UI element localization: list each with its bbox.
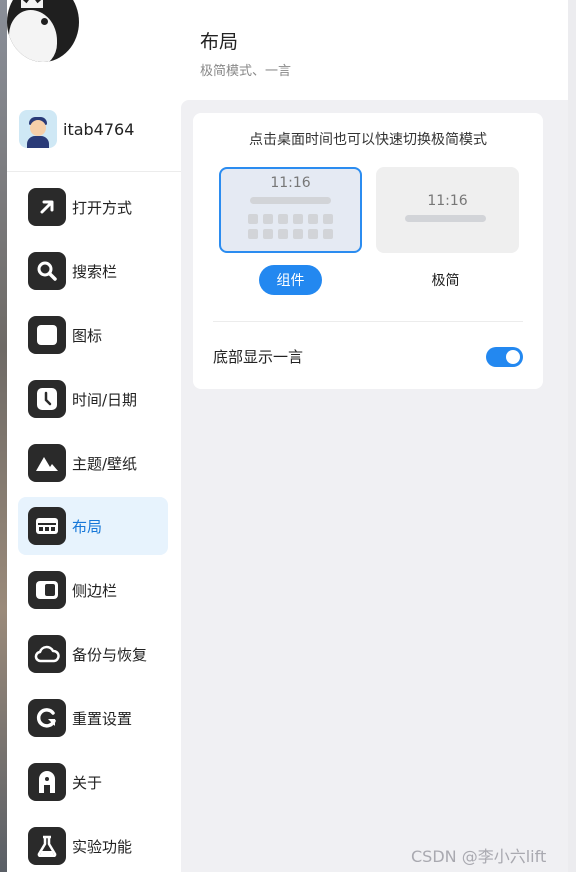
preview-time: 11:16 (427, 193, 468, 209)
avatar[interactable] (19, 110, 57, 148)
clock-icon (28, 380, 66, 418)
mode-hint: 点击桌面时间也可以快速切换极简模式 (249, 132, 487, 148)
sidebar-item-label: 搜索栏 (72, 262, 118, 281)
sidebar-item-experimental[interactable]: 实验功能 (18, 817, 168, 875)
sidebar-item-layout[interactable]: 布局 (18, 497, 168, 555)
sidebar-item-label: 关于 (72, 773, 103, 792)
flask-icon (28, 827, 66, 865)
sidebar-item-open-mode[interactable]: 打开方式 (18, 178, 168, 236)
square-icon (28, 316, 66, 354)
username: itab4764 (63, 119, 135, 139)
sidebar-icon (28, 571, 66, 609)
card-divider (213, 321, 523, 322)
sidebar-item-label: 备份与恢复 (72, 645, 148, 664)
layout-card: 点击桌面时间也可以快速切换极简模式 11:16 11:16 组件 极简 底部显示… (193, 113, 543, 389)
widget-mode-button[interactable]: 组件 (259, 265, 322, 295)
sidebar-item-icons[interactable]: 图标 (18, 306, 168, 364)
page-title: 布局 (200, 31, 239, 53)
reset-icon (28, 699, 66, 737)
sidebar-item-label: 布局 (72, 517, 103, 536)
sidebar-item-time-date[interactable]: 时间/日期 (18, 370, 168, 428)
sidebar-item-backup-restore[interactable]: 备份与恢复 (18, 625, 168, 683)
layout-icon (28, 507, 66, 545)
hitokoto-setting-label: 底部显示一言 (213, 348, 304, 366)
sidebar-item-sidebar[interactable]: 侧边栏 (18, 561, 168, 619)
sidebar-item-reset-settings[interactable]: 重置设置 (18, 689, 168, 747)
sidebar-divider (7, 171, 181, 172)
about-icon (28, 763, 66, 801)
hitokoto-toggle[interactable] (486, 347, 523, 367)
sidebar-item-label: 图标 (72, 326, 103, 345)
sidebar-item-search-bar[interactable]: 搜索栏 (18, 242, 168, 300)
sidebar-item-theme-wallpaper[interactable]: 主题/壁纸 (18, 434, 168, 492)
sidebar-item-label: 打开方式 (72, 198, 133, 217)
widget-mode-preview[interactable]: 11:16 (219, 167, 362, 253)
bird-icon (9, 10, 57, 62)
sidebar-item-label: 主题/壁纸 (72, 454, 138, 473)
sidebar-item-label: 重置设置 (72, 709, 133, 728)
preview-icon-grid (248, 214, 333, 239)
user-profile[interactable]: itab4764 (19, 110, 134, 148)
wallpaper-edge (0, 0, 7, 872)
sidebar-item-label: 实验功能 (72, 837, 133, 856)
sidebar-item-label: 时间/日期 (72, 390, 138, 409)
sidebar-item-label: 侧边栏 (72, 581, 118, 600)
window-edge (568, 0, 576, 872)
arrow-up-right-icon (28, 188, 66, 226)
minimal-mode-button[interactable]: 极简 (414, 265, 477, 295)
app-logo (7, 0, 79, 62)
toggle-knob (506, 350, 520, 364)
minimal-mode-preview[interactable]: 11:16 (376, 167, 519, 253)
page-subtitle: 极简模式、一言 (200, 64, 292, 79)
sidebar-item-about[interactable]: 关于 (18, 753, 168, 811)
cloud-icon (28, 635, 66, 673)
search-icon (28, 252, 66, 290)
preview-time: 11:16 (270, 175, 311, 191)
mountain-icon (28, 444, 66, 482)
crown-icon (21, 0, 43, 8)
watermark: CSDN @李小六lift (411, 847, 547, 866)
